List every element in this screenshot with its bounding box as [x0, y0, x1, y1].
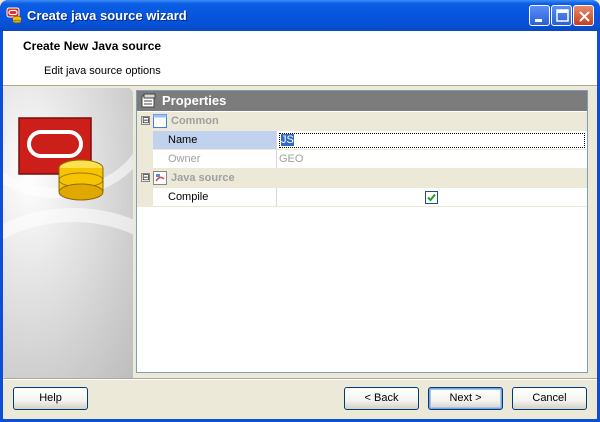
property-value-cell[interactable]: JS: [277, 131, 587, 150]
check-icon: [427, 193, 436, 202]
help-button[interactable]: Help: [13, 387, 88, 410]
property-name: Compile: [153, 188, 277, 207]
category-label: Java source: [171, 172, 235, 184]
title-bar[interactable]: Create java source wizard: [0, 0, 600, 31]
property-value-cell[interactable]: [277, 188, 587, 207]
category-icon: [153, 114, 167, 131]
back-button[interactable]: < Back: [344, 387, 419, 410]
maximize-icon: [556, 9, 569, 22]
database-logo-icon: [18, 117, 104, 201]
category-java-source[interactable]: ⊟ Java source: [137, 169, 587, 188]
minimize-icon: [535, 19, 542, 22]
app-icon: [6, 7, 22, 24]
wizard-client-area: Create New Java source Edit java source …: [3, 31, 597, 419]
next-button[interactable]: Next >: [428, 387, 503, 410]
maximize-button[interactable]: [551, 5, 572, 26]
wizard-side-image: [3, 88, 133, 378]
property-row-compile[interactable]: Compile: [137, 188, 587, 207]
cancel-button[interactable]: Cancel: [512, 387, 587, 410]
properties-title: Properties: [162, 93, 227, 108]
close-button[interactable]: [573, 5, 594, 26]
compile-checkbox[interactable]: [425, 191, 438, 204]
name-input[interactable]: JS: [279, 133, 585, 148]
page-title: Create New Java source: [23, 39, 162, 53]
properties-header: Properties: [137, 91, 587, 111]
page-subtitle: Edit java source options: [44, 65, 161, 77]
window-title: Create java source wizard: [27, 8, 187, 23]
owner-value: GEO: [277, 150, 587, 169]
minimize-button[interactable]: [529, 5, 550, 26]
properties-grid: Properties ⊟ Common Name JS Owner GEO ⊟ …: [136, 90, 588, 373]
collapse-icon[interactable]: ⊟: [141, 116, 150, 125]
properties-icon: [141, 93, 157, 112]
wizard-window: Create java source wizard Create New Jav…: [0, 0, 600, 422]
category-common[interactable]: ⊟ Common: [137, 112, 587, 131]
wizard-header: Create New Java source Edit java source …: [3, 31, 597, 86]
java-source-icon: [153, 171, 167, 188]
category-label: Common: [171, 115, 219, 127]
property-row-owner: Owner GEO: [137, 150, 587, 169]
property-name: Owner: [153, 150, 277, 169]
close-icon: [579, 11, 590, 22]
collapse-icon[interactable]: ⊟: [141, 173, 150, 182]
property-row-name[interactable]: Name JS: [137, 131, 587, 150]
property-name: Name: [153, 131, 277, 150]
